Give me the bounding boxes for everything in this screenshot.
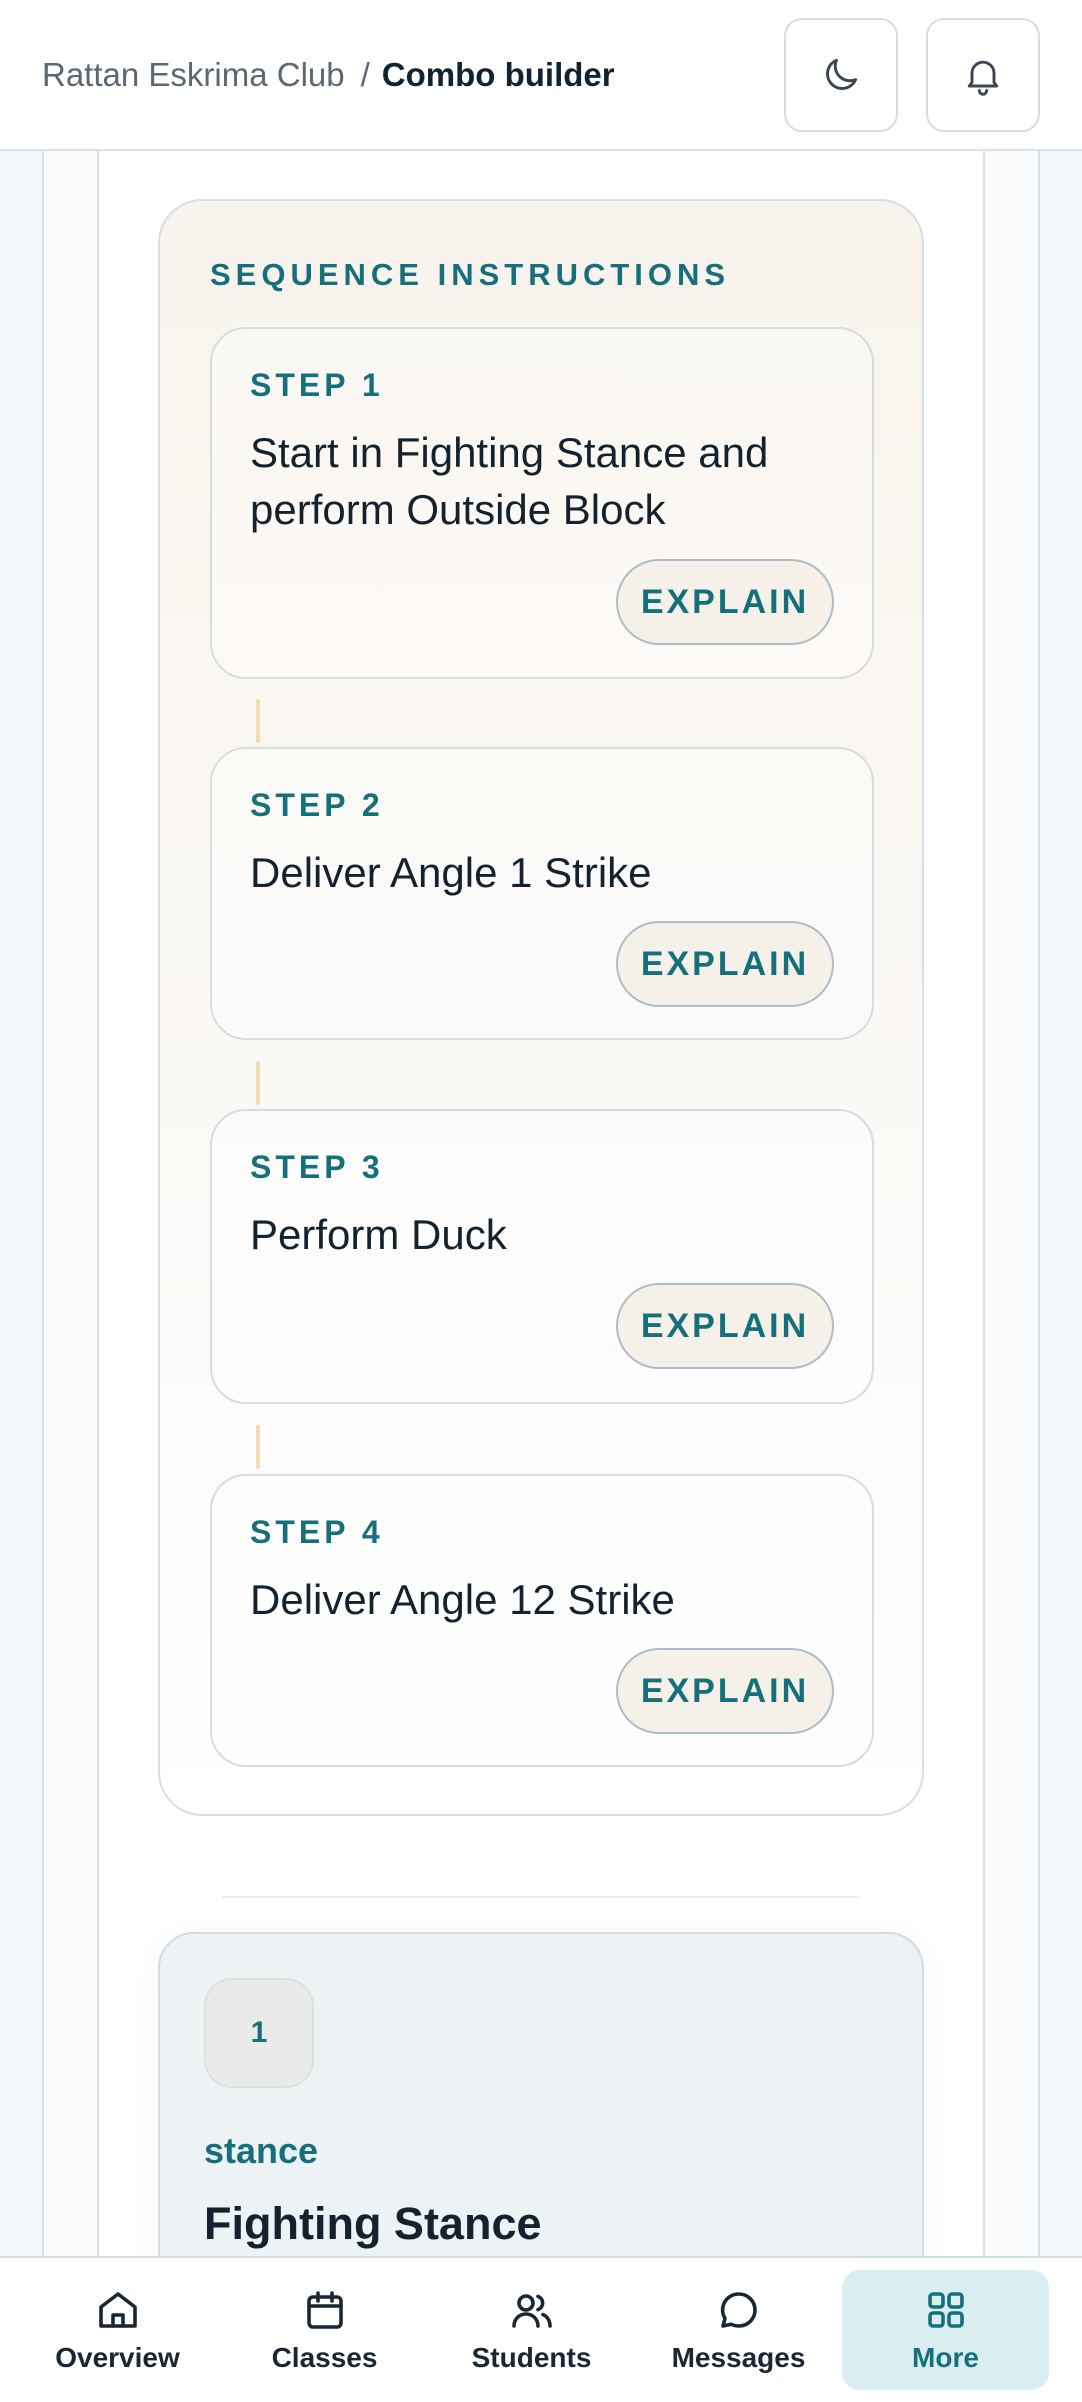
explain-button-step-1[interactable]: EXPLAIN xyxy=(616,559,834,645)
nav-label: More xyxy=(912,2342,979,2373)
explain-button-step-4[interactable]: EXPLAIN xyxy=(616,1648,834,1734)
calendar-icon xyxy=(306,2291,343,2329)
theme-toggle-button[interactable] xyxy=(784,17,898,132)
move-type-label: stance xyxy=(204,2130,319,2171)
step-label: STEP 3 xyxy=(250,1149,384,1185)
section-divider xyxy=(222,1896,860,1898)
step-text: Perform Duck xyxy=(250,1211,507,1258)
step-card-1: STEP 1 Start in Fighting Stance and perf… xyxy=(210,327,874,679)
move-number-badge: 1 xyxy=(204,1978,314,2088)
explain-button-step-2[interactable]: EXPLAIN xyxy=(616,921,834,1007)
nav-label: Messages xyxy=(671,2342,806,2373)
step-text: Deliver Angle 12 Strike xyxy=(250,1576,675,1623)
step-card-2: STEP 2 Deliver Angle 1 Strike EXPLAIN xyxy=(210,747,874,1040)
nav-label: Classes xyxy=(271,2342,378,2373)
grid-icon xyxy=(927,2292,964,2328)
move-name: Fighting Stance xyxy=(204,2198,542,2249)
nav-item-students[interactable]: Students xyxy=(428,2270,635,2390)
explain-button-step-3[interactable]: EXPLAIN xyxy=(616,1283,834,1369)
step-label: STEP 4 xyxy=(250,1514,384,1550)
breadcrumb-club-link[interactable]: Rattan Eskrima Club xyxy=(42,56,345,94)
nav-label: Overview xyxy=(55,2342,180,2373)
step-text: Deliver Angle 1 Strike xyxy=(250,849,652,896)
top-header: Rattan Eskrima Club / Combo builder xyxy=(0,0,1082,151)
nav-item-more[interactable]: More xyxy=(842,2270,1049,2390)
step-text: Start in Fighting Stance and perform Out… xyxy=(250,429,769,533)
step-connector xyxy=(256,1425,260,1469)
step-connector xyxy=(256,699,260,743)
notifications-button[interactable] xyxy=(926,17,1040,132)
step-connector xyxy=(256,1061,260,1105)
page-title: Combo builder xyxy=(381,55,615,93)
panel-title: SEQUENCE INSTRUCTIONS xyxy=(210,257,731,292)
nav-label: Students xyxy=(471,2342,592,2373)
moon-icon xyxy=(826,58,858,90)
nav-item-classes[interactable]: Classes xyxy=(221,2270,428,2390)
breadcrumb: Rattan Eskrima Club / Combo builder xyxy=(42,56,756,94)
nav-item-messages[interactable]: Messages xyxy=(635,2270,842,2390)
breadcrumb-separator: / xyxy=(360,55,370,93)
home-icon xyxy=(98,2292,137,2328)
bell-icon xyxy=(967,60,999,96)
step-card-4: STEP 4 Deliver Angle 12 Strike EXPLAIN xyxy=(210,1474,874,1767)
sequence-instructions-panel: SEQUENCE INSTRUCTIONS STEP 1 Start in Fi… xyxy=(158,199,924,1816)
message-icon xyxy=(720,2292,757,2328)
app-viewport: Rattan Eskrima Club / Combo builder SEQU… xyxy=(0,0,1082,2402)
step-label: STEP 2 xyxy=(250,787,384,823)
step-card-3: STEP 3 Perform Duck EXPLAIN xyxy=(210,1109,874,1404)
nav-item-overview[interactable]: Overview xyxy=(14,2270,221,2390)
bottom-navigation: Overview Classes Students Messages More xyxy=(0,2256,1082,2402)
users-icon xyxy=(511,2294,552,2328)
step-label: STEP 1 xyxy=(250,367,384,403)
